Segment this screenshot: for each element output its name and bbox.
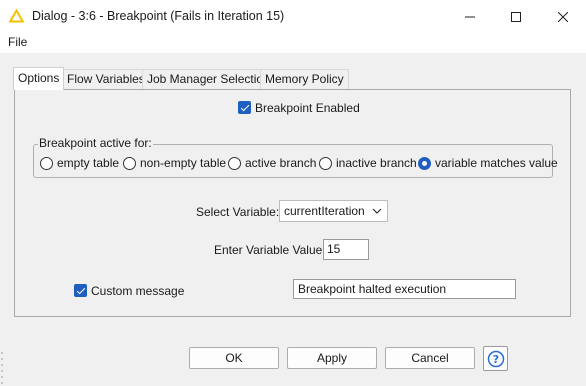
chevron-down-icon (372, 208, 382, 214)
resize-grip-icon (1, 352, 3, 384)
window-title: Dialog - 3:6 - Breakpoint (Fails in Iter… (32, 9, 285, 23)
warning-triangle-icon (8, 8, 25, 23)
menu-file[interactable]: File (8, 35, 27, 49)
custom-message-label: Custom message (91, 283, 185, 298)
radio-label: active branch (245, 156, 317, 170)
close-button[interactable] (540, 0, 586, 33)
tab-flow-variables[interactable]: Flow Variables (62, 69, 150, 89)
tab-job-manager-selection[interactable]: Job Manager Selection (142, 69, 275, 89)
cancel-button[interactable]: Cancel (385, 347, 475, 369)
radio-active-branch[interactable]: active branch (228, 156, 316, 170)
ok-button[interactable]: OK (189, 347, 279, 369)
help-button[interactable]: ? (483, 346, 508, 371)
maximize-icon (511, 11, 521, 22)
select-variable-label: Select Variable: (196, 205, 280, 219)
radio-variable-matches-value[interactable]: variable matches value (418, 156, 558, 170)
radio-label: empty table (57, 156, 120, 170)
checkbox-checked-icon (74, 284, 87, 298)
radio-inactive-branch[interactable]: inactive branch (319, 156, 417, 170)
radio-non-empty-table[interactable]: non-empty table (123, 156, 226, 170)
radio-label: inactive branch (336, 156, 417, 170)
checkbox-checked-icon (238, 101, 251, 115)
breakpoint-enabled-checkbox[interactable]: Breakpoint Enabled (238, 100, 360, 115)
apply-button[interactable]: Apply (287, 347, 377, 369)
question-circle-icon: ? (487, 350, 504, 367)
select-variable-value: currentIteration (284, 204, 365, 218)
menu-bar: File (0, 33, 586, 53)
radio-selected-icon (418, 156, 431, 170)
svg-text:?: ? (492, 353, 498, 366)
breakpoint-enabled-label: Breakpoint Enabled (255, 100, 360, 115)
close-icon (558, 11, 568, 22)
tab-memory-policy[interactable]: Memory Policy (260, 69, 349, 89)
breakpoint-active-legend: Breakpoint active for: (38, 136, 153, 150)
radio-empty-table[interactable]: empty table (40, 156, 119, 170)
minimize-icon (465, 16, 475, 17)
radio-unselected-icon (123, 156, 136, 170)
custom-message-input[interactable]: Breakpoint halted execution (293, 279, 516, 299)
variable-value-label: Enter Variable Value: (214, 243, 326, 257)
select-variable-dropdown[interactable]: currentIteration (279, 200, 388, 222)
title-bar: Dialog - 3:6 - Breakpoint (Fails in Iter… (0, 0, 586, 33)
radio-label: non-empty table (140, 156, 227, 170)
radio-unselected-icon (40, 156, 53, 170)
variable-value-input[interactable]: 15 (323, 239, 369, 260)
minimize-button[interactable] (447, 0, 493, 33)
tab-options[interactable]: Options (13, 67, 65, 90)
maximize-button[interactable] (493, 0, 539, 33)
custom-message-checkbox[interactable]: Custom message (74, 283, 184, 298)
radio-label: variable matches value (435, 156, 558, 170)
radio-unselected-icon (319, 156, 332, 170)
radio-unselected-icon (228, 156, 241, 170)
